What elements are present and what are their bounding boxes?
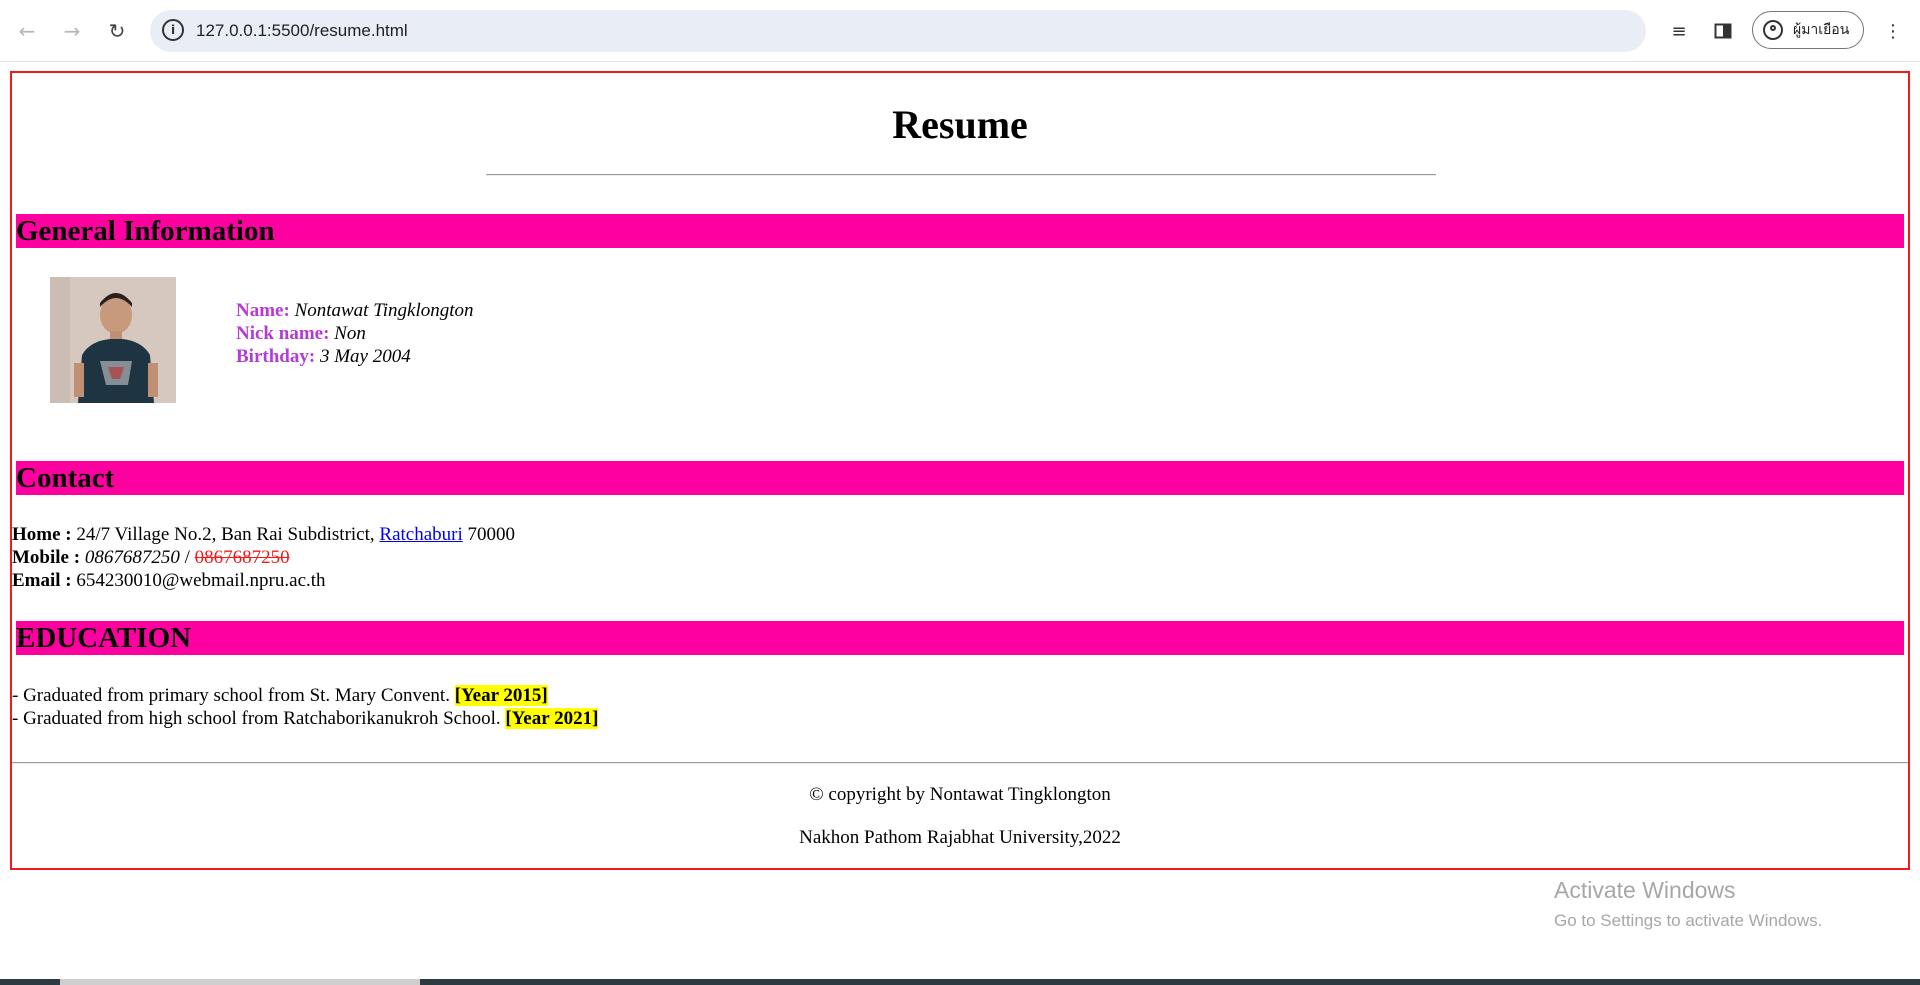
back-button[interactable]: ← <box>10 14 44 48</box>
email-value: 654230010@webmail.npru.ac.th <box>76 570 326 591</box>
title-divider <box>486 174 1436 176</box>
address-bar[interactable]: i 127.0.0.1:5500/resume.html <box>150 10 1646 52</box>
email-row: Email : 654230010@webmail.npru.ac.th <box>12 569 515 592</box>
mobile-old-number: 0867687250 <box>194 547 290 568</box>
birthday-row: Birthday: 3 May 2004 <box>236 345 474 368</box>
mobile-row: Mobile : 0867687250 / 0867687250 <box>12 546 515 569</box>
section-education: EDUCATION <box>16 621 1904 655</box>
home-label: Home : <box>12 524 72 545</box>
browser-toolbar: ← → ↻ i 127.0.0.1:5500/resume.html ≡ ผู้… <box>0 0 1920 62</box>
media-control-button[interactable]: ≡ <box>1662 14 1696 48</box>
profile-button[interactable]: ผู้มาเยือน <box>1752 11 1864 49</box>
home-row: Home : 24/7 Village No.2, Ban Rai Subdis… <box>12 523 515 546</box>
education-year: [Year 2015] <box>454 685 548 706</box>
education-item: - Graduated from primary school from St.… <box>12 684 598 707</box>
footer-university: Nakhon Pathom Rajabhat University,2022 <box>799 827 1121 848</box>
activate-windows-title: Activate Windows <box>1554 877 1736 903</box>
playlist-icon: ≡ <box>1671 20 1687 42</box>
education-text: - Graduated from primary school from St.… <box>12 685 450 706</box>
mobile-separator: / <box>184 547 190 568</box>
reload-icon: ↻ <box>108 19 126 43</box>
profile-label: ผู้มาเยือน <box>1793 22 1850 38</box>
account-circle-icon <box>1763 20 1783 40</box>
birthday-label: Birthday: <box>236 346 316 367</box>
nickname-row: Nick name: Non <box>236 322 474 345</box>
nickname-label: Nick name: <box>236 323 330 344</box>
address-url[interactable]: 127.0.0.1:5500/resume.html <box>196 21 408 41</box>
footer-copyright: © copyright by Nontawat Tingklongton <box>809 784 1111 805</box>
side-panel-button[interactable] <box>1706 14 1740 48</box>
profile-photo-image <box>50 277 176 403</box>
mobile-value: 0867687250 <box>84 547 180 568</box>
activate-windows-subtitle: Go to Settings to activate Windows. <box>1554 911 1823 930</box>
taskbar-active-segment <box>60 979 420 985</box>
footer-divider <box>12 762 1908 764</box>
arrow-right-icon: → <box>63 19 81 43</box>
forward-button[interactable]: → <box>55 14 89 48</box>
home-address: 24/7 Village No.2, Ban Rai Subdistrict, <box>76 524 375 545</box>
education-item: - Graduated from high school from Ratcha… <box>12 707 599 730</box>
profile-photo <box>50 277 176 403</box>
name-value: Nontawat Tingklongton <box>294 300 474 321</box>
email-label: Email : <box>12 570 72 591</box>
education-year: [Year 2021] <box>505 708 599 729</box>
browser-menu-button[interactable]: ⋮ <box>1876 14 1910 48</box>
reload-button[interactable]: ↻ <box>100 14 134 48</box>
home-postcode: 70000 <box>467 524 516 545</box>
name-row: Name: Nontawat Tingklongton <box>236 299 474 322</box>
site-info-icon[interactable]: i <box>162 19 184 41</box>
contact-details: Home : 24/7 Village No.2, Ban Rai Subdis… <box>12 523 515 592</box>
mobile-label: Mobile : <box>12 547 81 568</box>
birthday-value: 3 May 2004 <box>319 346 411 367</box>
name-label: Name: <box>236 300 290 321</box>
page-title: Resume <box>892 102 1028 147</box>
section-general-information: General Information <box>16 214 1904 248</box>
education-list: - Graduated from primary school from St.… <box>12 684 599 730</box>
more-vert-icon: ⋮ <box>1884 20 1902 42</box>
arrow-left-icon: ← <box>18 19 36 43</box>
education-text: - Graduated from high school from Ratcha… <box>12 708 501 729</box>
taskbar-edge <box>0 979 1920 985</box>
side-panel-icon <box>1714 23 1732 39</box>
general-info-details: Name: Nontawat Tingklongton Nick name: N… <box>236 299 474 368</box>
resume-container: Resume General Information Name: Nontawa… <box>10 71 1910 870</box>
ratchaburi-link[interactable]: Ratchaburi <box>379 524 462 545</box>
section-contact: Contact <box>16 461 1904 495</box>
nickname-value: Non <box>334 323 366 344</box>
